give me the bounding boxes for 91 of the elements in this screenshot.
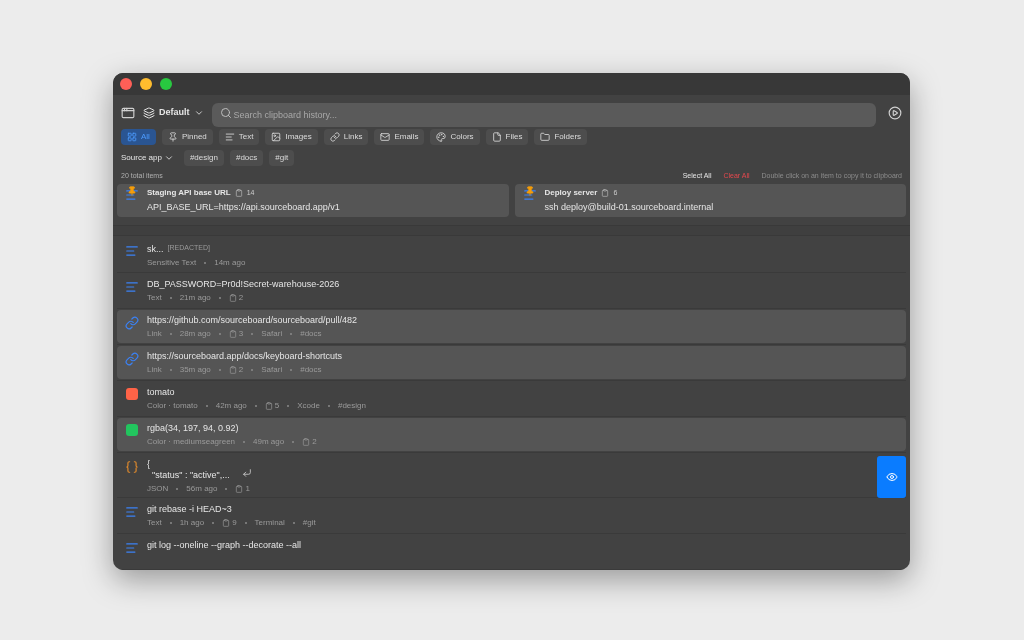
file-icon — [491, 132, 502, 142]
image-icon — [271, 132, 282, 142]
search-field[interactable]: Search clipboard history... — [211, 103, 876, 127]
link-icon — [125, 352, 139, 366]
tag-chip[interactable]: #git — [269, 150, 295, 166]
pinned-title: Deploy server — [544, 186, 598, 199]
text-icon — [224, 132, 235, 142]
pinned-value: ssh deploy@build-01.sourceboard.internal — [544, 200, 714, 214]
filter-chip[interactable]: Images — [265, 129, 318, 145]
meta-text: 42m ago — [215, 400, 247, 412]
profile-dropdown[interactable]: Default — [143, 106, 204, 120]
row-text: DB_PASSWORD=Pr0d!Secret-warehouse-2026 — [147, 279, 340, 290]
meta-text: Text — [147, 517, 162, 529]
filter-chip[interactable]: Folders — [534, 129, 588, 145]
tag-chip[interactable]: #design — [183, 150, 224, 166]
row-text: "status" : "active",... — [151, 470, 230, 481]
palette-icon — [436, 132, 447, 142]
meta-text: Safari — [261, 328, 283, 340]
row-text: git rebase -i HEAD~3 — [147, 504, 232, 515]
layers-icon — [143, 107, 155, 119]
copy-count: 1 — [245, 483, 250, 495]
history-row[interactable]: DB_PASSWORD=Pr0d!Secret-warehouse-2026 Text 21m ago 2 — [117, 274, 906, 307]
pinned-value: API_BASE_URL=https://api.sourceboard.app/v1 — [147, 200, 340, 214]
chevron-icon — [193, 108, 204, 118]
row-text: { — [147, 459, 151, 470]
meta-text: #git — [302, 517, 316, 529]
tag-chip[interactable]: #docs — [229, 150, 264, 166]
meta-text: 14m ago — [214, 256, 246, 269]
zoom-button[interactable] — [160, 78, 172, 90]
meta-text: 1h ago — [179, 517, 205, 529]
meta-text: 56m ago — [186, 483, 218, 495]
row-text: https://github.com/sourceboard/sourceboard/pull/482 — [147, 315, 358, 326]
pinned-text-icon — [522, 187, 537, 202]
folder-icon — [540, 132, 551, 142]
text-icon — [125, 244, 139, 258]
filter-chip[interactable]: Colors — [430, 129, 480, 145]
eye-icon — [885, 471, 898, 483]
pinned-title: Staging API base URL — [147, 186, 231, 199]
history-row[interactable]: git log --oneline --graph --decorate --all — [117, 535, 906, 568]
chevron-icon — [163, 153, 174, 163]
clipboard-icon — [264, 402, 273, 410]
search-icon — [219, 107, 232, 119]
row-text: https://sourceboard.app/docs/keyboard-shortcuts — [147, 351, 343, 362]
link-icon — [329, 132, 340, 142]
clipboard-icon — [222, 519, 231, 527]
meta-text: Sensitive Text — [147, 256, 197, 269]
clipboard-icon — [235, 485, 244, 493]
play-icon[interactable] — [888, 106, 902, 120]
meta-text: JSON — [147, 483, 169, 495]
row-text: sk... — [147, 243, 164, 255]
text-icon — [125, 541, 139, 555]
row-text: git log --oneline --graph --decorate --all — [147, 540, 302, 551]
clipboard-icon — [228, 366, 237, 374]
return-icon — [241, 468, 252, 478]
meta-text: Safari — [261, 364, 283, 376]
filter-chip[interactable]: Emails — [374, 129, 425, 145]
meta-text: 21m ago — [179, 292, 211, 304]
copy-count: 2 — [238, 292, 244, 304]
link-icon — [125, 316, 139, 330]
grid-icon — [127, 132, 137, 142]
filter-chip[interactable]: Pinned — [161, 129, 213, 145]
history-row[interactable]: git rebase -i HEAD~3 Text 1h ago 9 Terminal #git — [117, 499, 906, 532]
meta-text: Terminal — [254, 517, 285, 529]
window-icon[interactable] — [121, 106, 135, 120]
pin-icon — [167, 132, 178, 142]
pinned-text-icon — [125, 187, 139, 202]
row-text: rgba(34, 197, 94, 0.92) — [147, 423, 239, 434]
clipboard-icon — [234, 188, 243, 197]
close-button[interactable] — [120, 78, 132, 90]
filter-chip[interactable]: Links — [323, 129, 369, 145]
copy-count: 9 — [232, 517, 237, 529]
clipboard-icon — [228, 294, 237, 302]
mail-icon — [380, 132, 391, 142]
meta-text: Xcode — [297, 400, 320, 412]
filter-chip[interactable]: Files — [485, 129, 529, 145]
source-app-dropdown[interactable]: Source app — [121, 152, 178, 164]
filter-chip[interactable]: Text — [218, 129, 260, 145]
history-row[interactable]: tomato Color · tomato 42m ago 5 Xcode #design — [117, 382, 906, 415]
text-icon — [125, 505, 139, 519]
clipboard-icon — [302, 438, 311, 446]
row-text: tomato — [147, 387, 175, 398]
text-icon — [125, 280, 139, 294]
meta-text: Text — [147, 292, 162, 304]
meta-text: Color · tomato — [147, 400, 198, 412]
clipboard-icon — [601, 188, 610, 197]
history-row[interactable]: { "status" : "active",... JSON 56m ago 1 — [117, 454, 906, 496]
copy-count: 5 — [274, 400, 280, 412]
clipboard-icon — [228, 330, 237, 338]
minimize-button[interactable] — [140, 78, 152, 90]
braces-icon — [125, 460, 139, 474]
meta-text: #design — [337, 400, 366, 412]
